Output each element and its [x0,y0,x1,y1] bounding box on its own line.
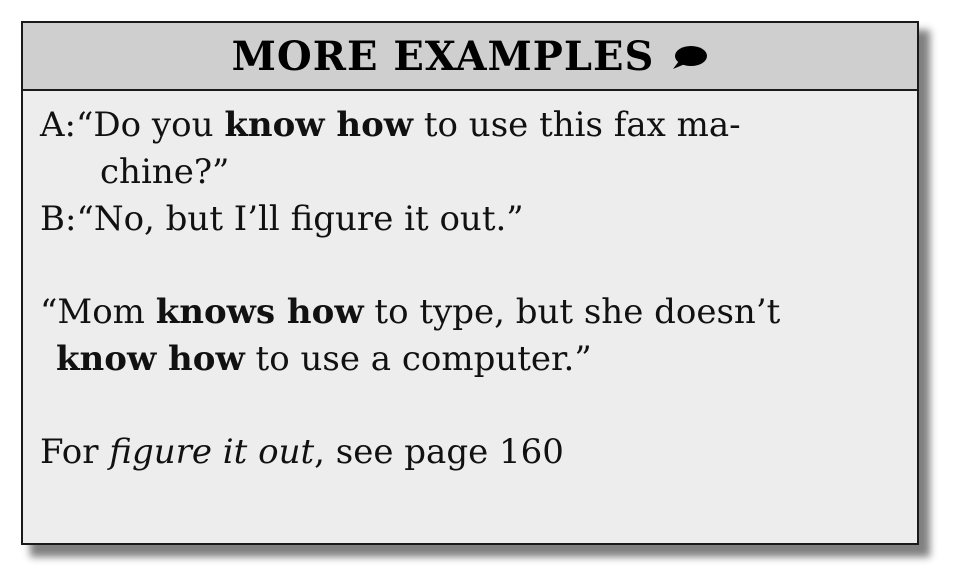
speaker-a: A: [40,105,77,145]
dialogue-line-a: A:“Do you know how to use this fax ma- [40,102,923,149]
speaker-b: B: [40,199,77,239]
example2-mid: to type, but she doesn’t [363,292,781,332]
reference-line: For figure it out, see page 160 [40,429,923,476]
example2-line-2: know how to use a computer.” [40,336,923,383]
card-title: MORE EXAMPLES [231,32,655,80]
dialogue-line-b: B:“No, but I’ll figure it out.” [40,196,923,243]
example2-line-1: “Mom knows how to type, but she doesn’t [40,289,923,336]
card-content: A:“Do you know how to use this fax ma- c… [40,102,923,476]
speech-bubble-icon [670,45,708,71]
line-a-bold: know how [224,105,414,145]
dialogue-line-a-continued: chine?” [100,152,230,192]
line-a-open: “Do you [76,105,225,145]
reference-suffix: , see page 160 [314,432,564,472]
card-header: MORE EXAMPLES [23,23,917,91]
line-a-rest: to use this fax ma- [413,105,741,145]
reference-italic: figure it out [109,432,315,472]
example2-bold2: know how [56,339,245,379]
reference-prefix: For [40,432,110,472]
line-b-text: “No, but I’ll figure it out.” [76,199,524,239]
example2-end: to use a computer.” [244,339,592,379]
example2-open: “Mom [40,292,156,332]
example2-bold1: knows how [155,292,364,332]
